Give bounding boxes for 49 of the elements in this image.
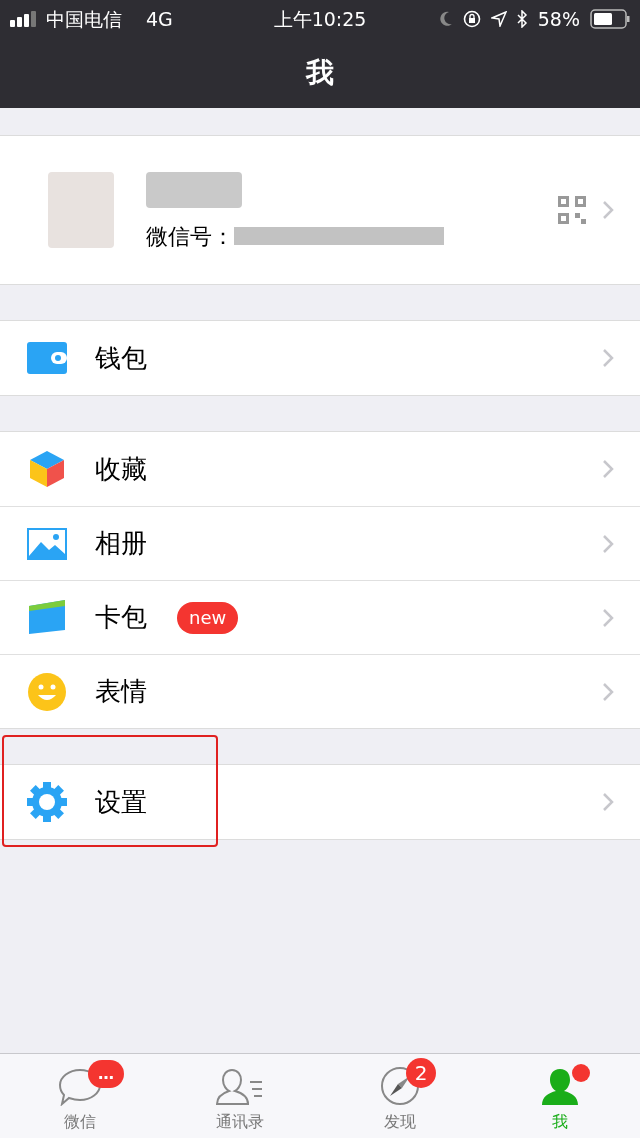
wechat-id-label: 微信号： <box>146 222 234 251</box>
contacts-icon <box>216 1068 264 1106</box>
menu-item[interactable]: 收藏 <box>27 432 602 506</box>
rotation-lock-icon <box>462 10 481 28</box>
menu-item-label: 卡包 <box>95 601 147 634</box>
signal-icon <box>10 11 38 27</box>
menu-item-label: 表情 <box>95 675 147 708</box>
profile-card[interactable]: 微信号： <box>0 135 640 285</box>
chevron-right-icon <box>602 607 614 628</box>
tab[interactable]: … 微信 <box>0 1054 160 1138</box>
tab-label: 发现 <box>384 1111 416 1133</box>
menu-item[interactable]: 相册 <box>27 507 602 580</box>
tab-label: 微信 <box>64 1111 96 1133</box>
settings-icon <box>27 782 67 822</box>
chevron-right-icon <box>602 459 614 479</box>
menu-item-label: 钱包 <box>95 341 147 375</box>
battery-percent-text: 58% <box>537 6 580 32</box>
chevron-right-icon <box>602 681 614 702</box>
smiley-icon <box>27 671 67 712</box>
tab[interactable]: 2 发现 <box>320 1054 480 1138</box>
new-badge: new <box>177 601 239 634</box>
chevron-right-icon <box>602 348 614 368</box>
chevron-right-icon <box>602 533 614 554</box>
cube-icon <box>27 449 67 489</box>
menu-item-label: 收藏 <box>95 452 147 486</box>
chevron-right-icon <box>602 200 614 220</box>
picture-icon <box>27 527 67 560</box>
tab[interactable]: 通讯录 <box>160 1054 320 1138</box>
unread-badge: … <box>88 1060 124 1088</box>
qr-code-icon <box>558 196 586 224</box>
menu-item-label: 相册 <box>95 527 147 560</box>
count-badge: 2 <box>406 1058 436 1088</box>
menu-item-label: 设置 <box>95 785 147 819</box>
page-title: 我 <box>306 55 334 91</box>
chevron-right-icon <box>602 792 614 812</box>
card-icon <box>27 599 67 636</box>
network-text: 4G <box>146 6 173 32</box>
person-icon <box>540 1068 580 1106</box>
location-arrow-icon <box>490 11 507 27</box>
menu-item[interactable]: 表情 <box>27 655 602 728</box>
tab-label: 我 <box>552 1111 568 1133</box>
moon-icon <box>438 11 453 27</box>
wallet-icon <box>27 342 67 374</box>
bluetooth-icon <box>516 10 528 28</box>
tab-label: 通讯录 <box>216 1111 264 1133</box>
battery-icon <box>590 9 630 29</box>
time-text: 上午10:25 <box>272 6 368 32</box>
carrier-text: 中国电信 <box>46 6 122 32</box>
menu-item[interactable]: 卡包 new <box>27 581 602 654</box>
